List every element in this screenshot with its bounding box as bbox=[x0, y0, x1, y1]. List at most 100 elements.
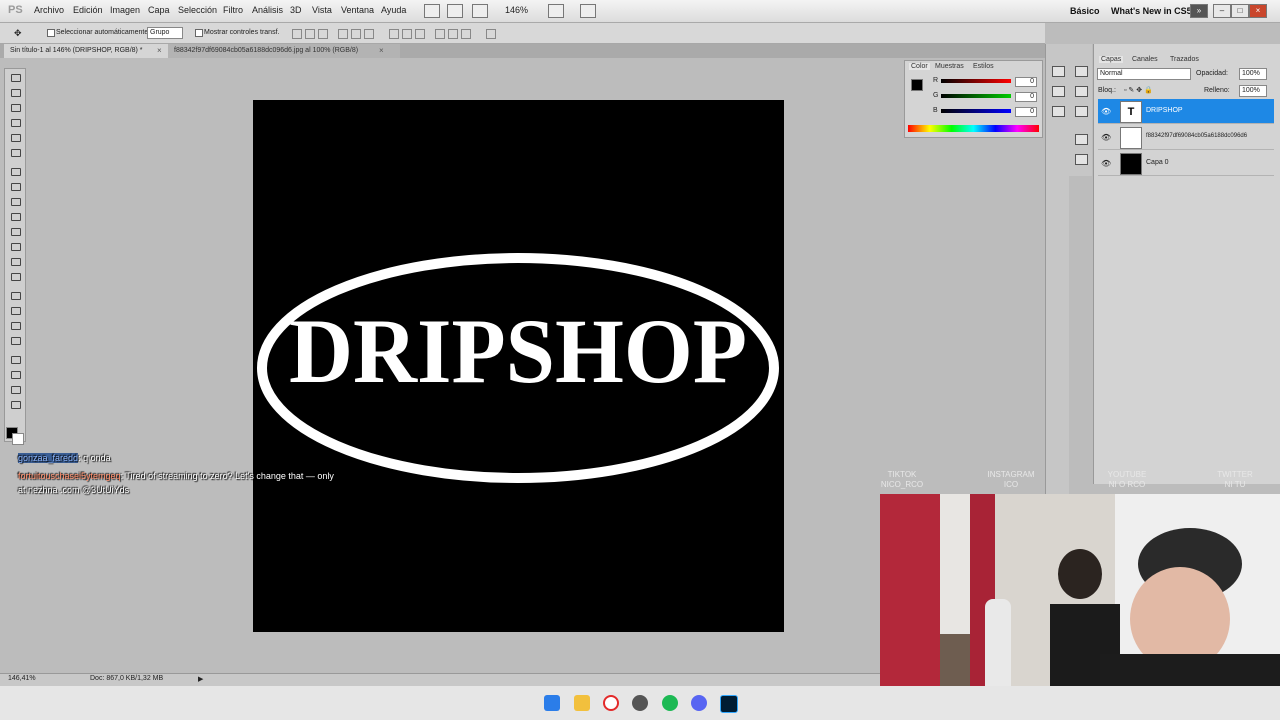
align-top-icon[interactable] bbox=[292, 29, 302, 39]
lasso-tool-icon[interactable] bbox=[10, 103, 21, 112]
channel-b-value[interactable]: 0 bbox=[1015, 107, 1037, 117]
tab-capas[interactable]: Capas bbox=[1099, 56, 1124, 63]
layer-row-capa-0[interactable]: 👁 Capa 0 bbox=[1098, 151, 1274, 176]
document-canvas[interactable]: DRIPSHOP bbox=[253, 100, 784, 632]
blend-mode-dropdown[interactable]: Normal bbox=[1097, 68, 1191, 80]
tab-color[interactable]: Color bbox=[909, 63, 930, 70]
distribute-left-icon[interactable] bbox=[435, 29, 445, 39]
close-tab-icon[interactable]: × bbox=[379, 44, 384, 58]
menu-ayuda[interactable]: Ayuda bbox=[381, 5, 406, 15]
blur-tool-icon[interactable] bbox=[10, 257, 21, 266]
menu-capa[interactable]: Capa bbox=[148, 5, 170, 15]
menu-archivo[interactable]: Archivo bbox=[34, 5, 64, 15]
status-arrow-icon[interactable]: ▶ bbox=[198, 675, 203, 683]
menu-filtro[interactable]: Filtro bbox=[223, 5, 243, 15]
dodge-tool-icon[interactable] bbox=[10, 272, 21, 281]
menu-imagen[interactable]: Imagen bbox=[110, 5, 140, 15]
status-zoom[interactable]: 146,41% bbox=[8, 675, 36, 682]
distribute-top-icon[interactable] bbox=[389, 29, 399, 39]
gradient-tool-icon[interactable] bbox=[10, 242, 21, 251]
close-button[interactable]: × bbox=[1249, 4, 1267, 18]
clone-stamp-tool-icon[interactable] bbox=[10, 197, 21, 206]
lock-icons[interactable]: ▫ ✎ ✥ 🔒 bbox=[1124, 86, 1153, 94]
distribute-bottom-icon[interactable] bbox=[415, 29, 425, 39]
healing-brush-tool-icon[interactable] bbox=[10, 167, 21, 176]
auto-select-checkbox[interactable] bbox=[47, 29, 55, 37]
tab-estilos[interactable]: Estilos bbox=[973, 63, 994, 70]
menu-analisis[interactable]: Análisis bbox=[252, 5, 283, 15]
eraser-tool-icon[interactable] bbox=[10, 227, 21, 236]
align-hcenter-icon[interactable] bbox=[351, 29, 361, 39]
zoom-level[interactable]: 146% bbox=[505, 5, 528, 15]
path-select-tool-icon[interactable] bbox=[10, 321, 21, 330]
move-tool-icon[interactable] bbox=[10, 73, 21, 82]
adjustments-panel-icon[interactable] bbox=[1075, 66, 1088, 77]
file-explorer-icon[interactable] bbox=[574, 695, 590, 711]
chrome-icon[interactable] bbox=[632, 695, 648, 711]
history-panel-icon[interactable] bbox=[1052, 66, 1065, 77]
restore-button[interactable]: □ bbox=[1231, 4, 1249, 18]
opacity-input[interactable]: 100% bbox=[1239, 68, 1267, 80]
workspace-basico[interactable]: Básico bbox=[1070, 6, 1100, 16]
spotify-icon[interactable] bbox=[662, 695, 678, 711]
transform-controls-checkbox[interactable] bbox=[195, 29, 203, 37]
opera-icon[interactable] bbox=[603, 695, 619, 711]
menu-ventana[interactable]: Ventana bbox=[341, 5, 374, 15]
color-spectrum-bar[interactable] bbox=[908, 125, 1039, 132]
tab-document-1[interactable]: Sin título-1 al 146% (DRIPSHOP, RGB/8) *… bbox=[4, 44, 172, 58]
visibility-eye-icon[interactable]: 👁 bbox=[1101, 107, 1111, 116]
workspace-whats-new[interactable]: What's New in CS5 bbox=[1111, 6, 1192, 16]
view-extras-icon[interactable] bbox=[472, 4, 488, 18]
paragraph-panel-icon[interactable] bbox=[1075, 134, 1088, 145]
brush-tool-icon[interactable] bbox=[10, 182, 21, 191]
distribute-vcenter-icon[interactable] bbox=[402, 29, 412, 39]
channel-g-value[interactable]: 0 bbox=[1015, 92, 1037, 102]
crop-tool-icon[interactable] bbox=[10, 133, 21, 142]
shape-tool-icon[interactable] bbox=[10, 336, 21, 345]
fill-input[interactable]: 100% bbox=[1239, 85, 1267, 97]
marquee-tool-icon[interactable] bbox=[10, 88, 21, 97]
arrange-documents-icon[interactable] bbox=[548, 4, 564, 18]
visibility-eye-icon[interactable]: 👁 bbox=[1101, 159, 1111, 168]
foreground-color-swatch[interactable] bbox=[911, 79, 923, 91]
move-tool-icon[interactable]: ✥ bbox=[14, 28, 22, 39]
background-color-swatch[interactable] bbox=[12, 433, 24, 445]
3d-rotate-tool-icon[interactable] bbox=[10, 355, 21, 364]
start-menu-icon[interactable] bbox=[544, 695, 560, 711]
info-panel-icon[interactable] bbox=[1075, 86, 1088, 97]
layer-row-image[interactable]: 👁 f88342f97df69084cb05a6188dc096d6 bbox=[1098, 125, 1274, 150]
bridge-icon[interactable] bbox=[424, 4, 440, 18]
channel-r-value[interactable]: 0 bbox=[1015, 77, 1037, 87]
auto-align-icon[interactable] bbox=[486, 29, 496, 39]
character-panel-icon[interactable] bbox=[1075, 154, 1088, 165]
tab-document-2[interactable]: f88342f97df69084cb05a6188dc096d6.jpg al … bbox=[168, 44, 400, 58]
type-tool-icon[interactable] bbox=[10, 306, 21, 315]
auto-select-dropdown[interactable]: Grupo bbox=[147, 27, 183, 39]
masks-panel-icon[interactable] bbox=[1075, 106, 1088, 117]
photoshop-icon[interactable] bbox=[720, 695, 738, 713]
tab-trazados[interactable]: Trazados bbox=[1170, 56, 1199, 63]
minimize-button[interactable]: – bbox=[1213, 4, 1231, 18]
menu-seleccion[interactable]: Selección bbox=[178, 5, 217, 15]
align-left-icon[interactable] bbox=[338, 29, 348, 39]
menu-edicion[interactable]: Edición bbox=[73, 5, 103, 15]
mini-bridge-icon[interactable] bbox=[447, 4, 463, 18]
tab-canales[interactable]: Canales bbox=[1132, 56, 1158, 63]
hand-tool-icon[interactable] bbox=[10, 385, 21, 394]
brush-panel-icon[interactable] bbox=[1052, 106, 1065, 117]
quick-select-tool-icon[interactable] bbox=[10, 118, 21, 127]
channel-r-slider[interactable] bbox=[941, 79, 1011, 83]
pen-tool-icon[interactable] bbox=[10, 291, 21, 300]
distribute-hcenter-icon[interactable] bbox=[448, 29, 458, 39]
history-brush-tool-icon[interactable] bbox=[10, 212, 21, 221]
distribute-right-icon[interactable] bbox=[461, 29, 471, 39]
layer-row-dripshop[interactable]: 👁 T DRIPSHOP bbox=[1098, 99, 1274, 124]
more-workspaces-icon[interactable]: » bbox=[1190, 4, 1208, 18]
discord-icon[interactable] bbox=[691, 695, 707, 711]
zoom-tool-icon[interactable] bbox=[10, 400, 21, 409]
channel-b-slider[interactable] bbox=[941, 109, 1011, 113]
actions-panel-icon[interactable] bbox=[1052, 86, 1065, 97]
3d-orbit-tool-icon[interactable] bbox=[10, 370, 21, 379]
tab-muestras[interactable]: Muestras bbox=[935, 63, 964, 70]
screen-mode-icon[interactable] bbox=[580, 4, 596, 18]
